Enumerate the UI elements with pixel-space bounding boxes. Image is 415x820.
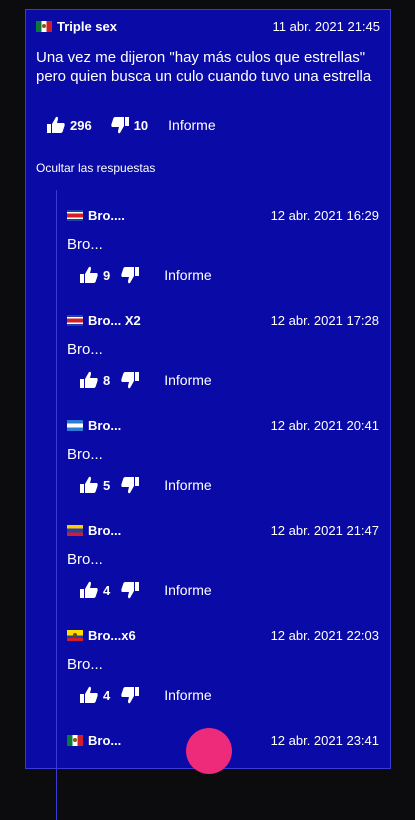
comment-card: Triple sex 11 abr. 2021 21:45 Una vez me… [25, 9, 391, 820]
ecuador-flag-icon [67, 629, 83, 641]
thumbs-down-icon[interactable] [120, 686, 140, 704]
reply-report-link[interactable]: Informe [164, 372, 211, 388]
thumbs-down-icon[interactable] [120, 266, 140, 284]
reply-item: Bro...x6 12 abr. 2021 22:03 Bro... 4 Inf… [57, 610, 379, 715]
reply-date: 12 abr. 2021 22:03 [270, 627, 379, 643]
reply-text: Bro... [67, 656, 103, 673]
thumbs-up-icon[interactable] [79, 266, 99, 284]
reply-date: 12 abr. 2021 21:47 [270, 522, 379, 538]
thumbs-up-icon[interactable] [79, 686, 99, 704]
costa-rica-flag-icon [67, 209, 83, 221]
reply-text: Bro... [67, 446, 103, 463]
thumbs-up-icon[interactable] [46, 116, 66, 134]
reply-author[interactable]: Bro... X2 [88, 313, 141, 328]
reply-votes: 4 Informe [79, 581, 212, 599]
reply-like-count: 4 [103, 687, 111, 703]
post-report-link[interactable]: Informe [168, 117, 215, 133]
post-like-count: 296 [70, 117, 92, 133]
reply-report-link[interactable]: Informe [164, 582, 211, 598]
venezuela-flag-icon [67, 524, 83, 536]
post-text: Una vez me dijeron "hay más culos que es… [36, 49, 372, 85]
reply-report-link[interactable]: Informe [164, 477, 211, 493]
post-dislike-count: 10 [133, 117, 149, 133]
reply-votes: 8 Informe [79, 371, 212, 389]
reply-like-count: 9 [103, 267, 111, 283]
reply-report-link[interactable]: Informe [164, 687, 211, 703]
floating-action-button[interactable] [186, 728, 232, 774]
reply-author[interactable]: Bro... [88, 733, 121, 748]
thumbs-down-icon[interactable] [120, 371, 140, 389]
reply-author[interactable]: Bro... [88, 523, 121, 538]
reply-item: Bro.... 12 abr. 2021 16:29 Bro... 9 Info… [57, 190, 379, 295]
post-author[interactable]: Triple sex [57, 19, 117, 34]
reply-votes: 4 Informe [79, 686, 212, 704]
reply-item: Bro... 12 abr. 2021 21:47 Bro... 4 Infor… [57, 505, 379, 610]
replies-list: Bro.... 12 abr. 2021 16:29 Bro... 9 Info… [56, 190, 379, 820]
reply-date: 12 abr. 2021 16:29 [270, 207, 379, 223]
thumbs-up-icon[interactable] [79, 371, 99, 389]
reply-date: 12 abr. 2021 23:41 [270, 732, 379, 748]
reply-like-count: 4 [103, 582, 111, 598]
thumbs-down-icon[interactable] [120, 581, 140, 599]
thumbs-up-icon[interactable] [79, 476, 99, 494]
reply-votes: 5 Informe [79, 476, 212, 494]
reply-text: Bro... [67, 236, 103, 253]
post-votes: 296 10 Informe [46, 116, 216, 134]
reply-votes: 9 Informe [79, 266, 212, 284]
reply-author[interactable]: Bro...x6 [88, 628, 136, 643]
reply-item: Bro... 12 abr. 2021 20:41 Bro... 5 Infor… [57, 400, 379, 505]
reply-report-link[interactable]: Informe [164, 267, 211, 283]
reply-author[interactable]: Bro... [88, 418, 121, 433]
reply-date: 12 abr. 2021 17:28 [270, 312, 379, 328]
reply-like-count: 5 [103, 477, 111, 493]
mexico-flag-icon [67, 734, 83, 746]
thumbs-up-icon[interactable] [79, 581, 99, 599]
thumbs-down-icon[interactable] [110, 116, 130, 134]
post-date: 11 abr. 2021 21:45 [272, 18, 380, 34]
reply-item: Bro... X2 12 abr. 2021 17:28 Bro... 8 In… [57, 295, 379, 400]
reply-author[interactable]: Bro.... [88, 208, 125, 223]
reply-like-count: 8 [103, 372, 111, 388]
reply-date: 12 abr. 2021 20:41 [270, 417, 379, 433]
mexico-flag-icon [36, 20, 52, 32]
thumbs-down-icon[interactable] [120, 476, 140, 494]
hide-replies-link[interactable]: Ocultar las respuestas [36, 161, 155, 175]
honduras-flag-icon [67, 419, 83, 431]
reply-text: Bro... [67, 341, 103, 358]
costa-rica-flag-icon [67, 314, 83, 326]
reply-text: Bro... [67, 551, 103, 568]
post-header: Triple sex 11 abr. 2021 21:45 [36, 17, 380, 35]
